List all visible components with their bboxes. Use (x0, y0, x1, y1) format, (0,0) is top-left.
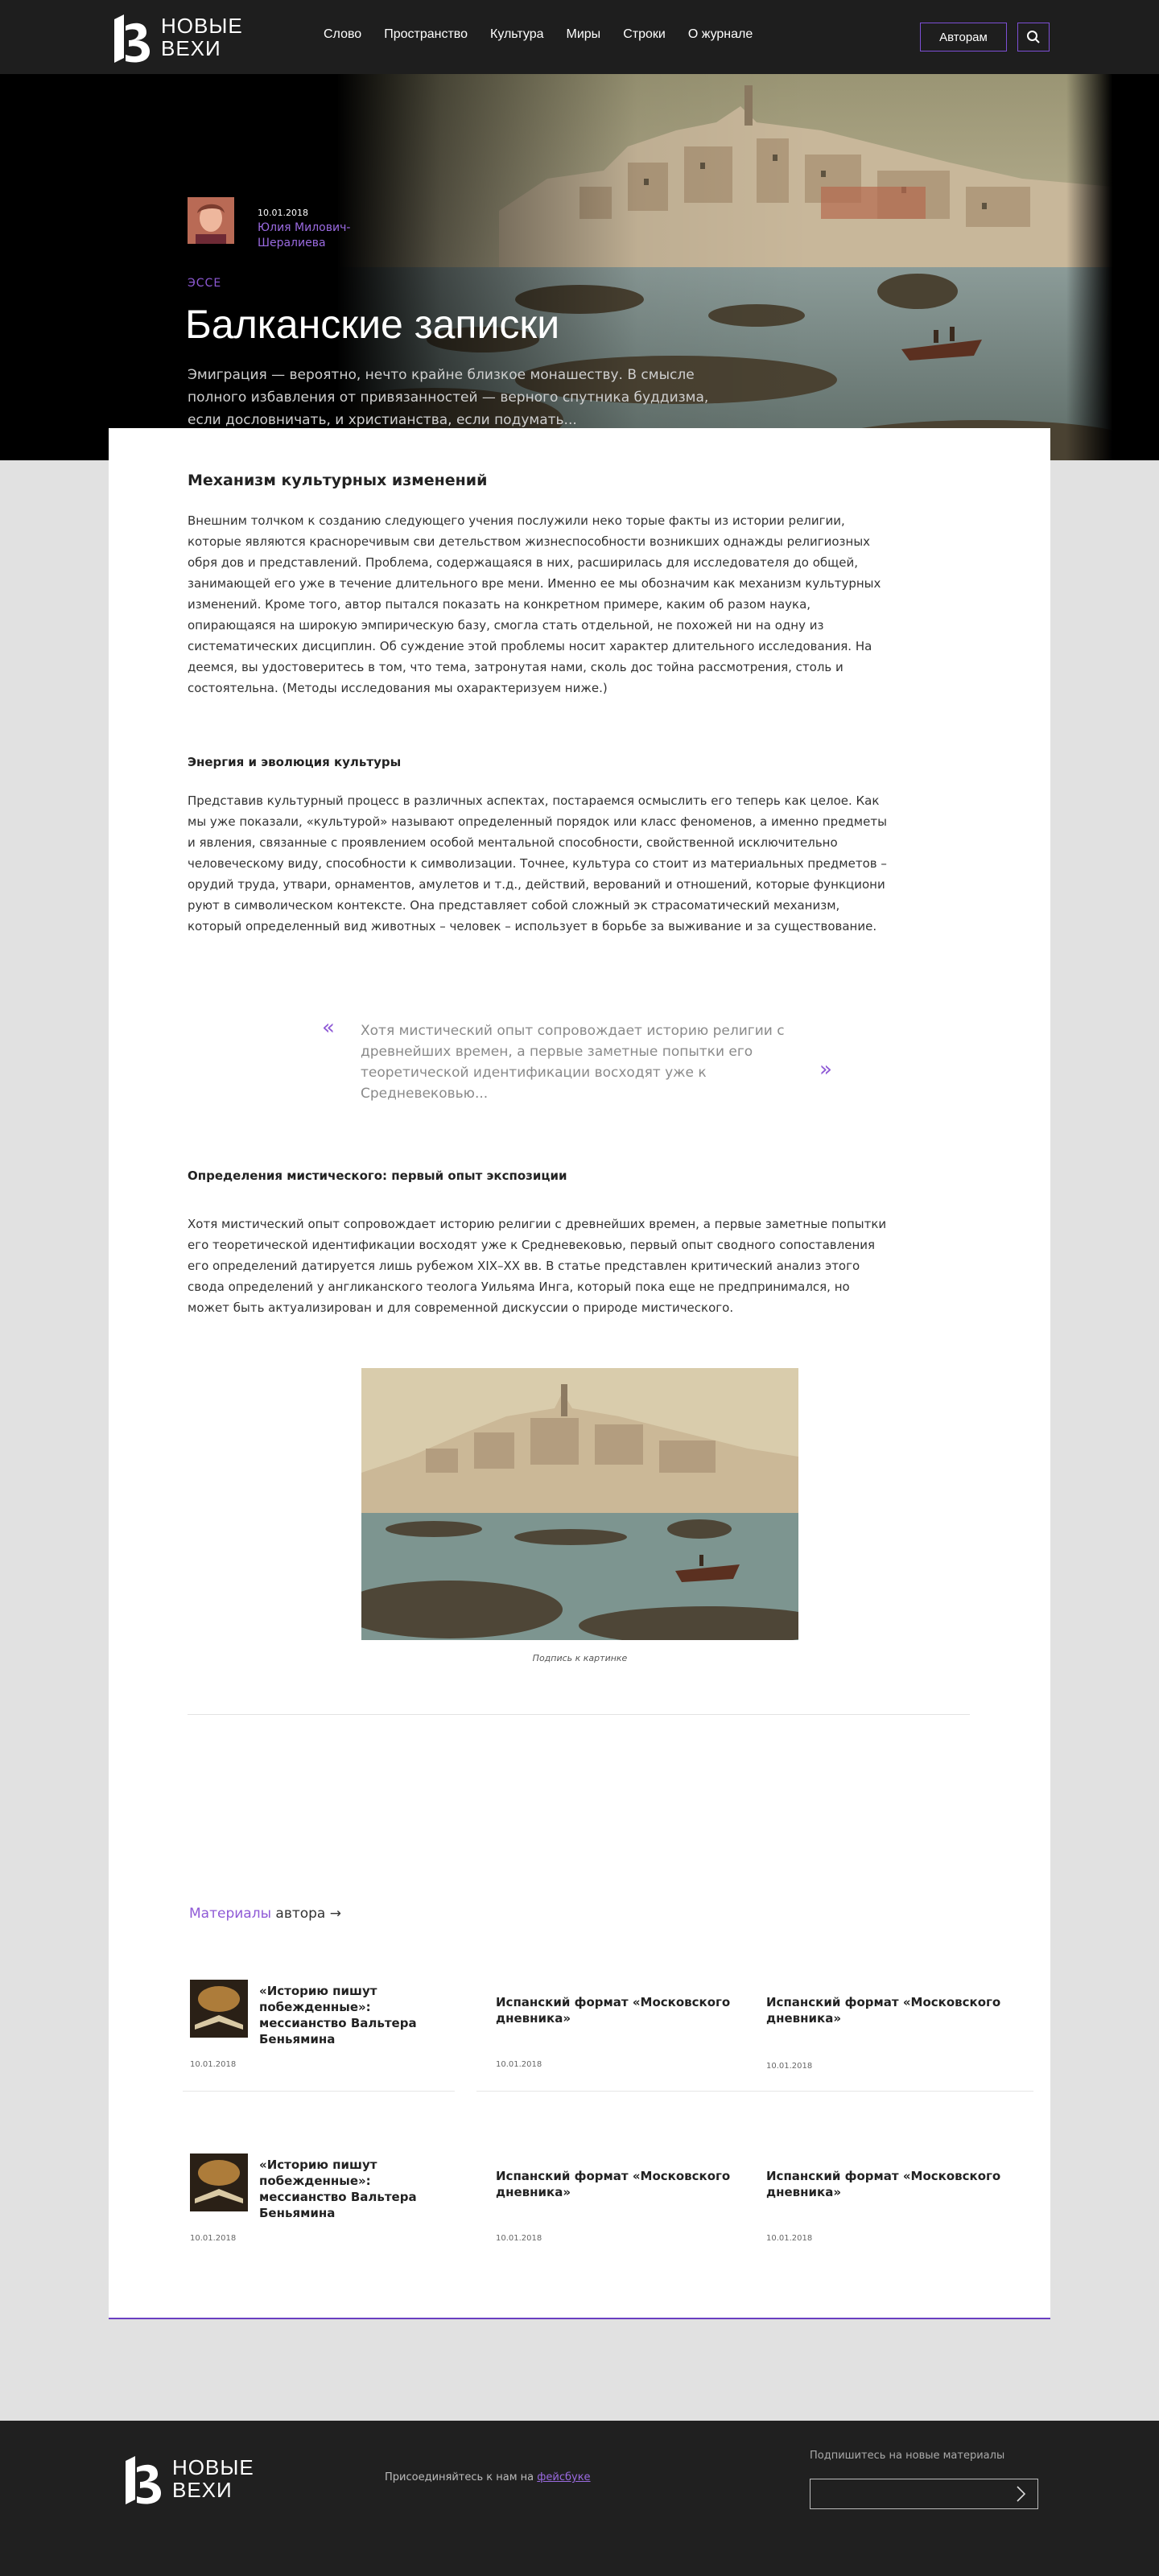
material-card[interactable]: Испанский формат «Московского дневника» … (496, 2154, 769, 2250)
material-title[interactable]: Испанский формат «Московского дневника» (766, 1994, 1008, 2026)
material-card[interactable]: «Историю пишут побежденные»: мессианство… (190, 1980, 464, 2076)
nav-item-slovo[interactable]: Слово (324, 27, 361, 42)
article-hero: 10.01.2018 Юлия Милович-Шералиева ЭССЕ Б… (0, 74, 1159, 460)
nav-item-prostranstvo[interactable]: Пространство (384, 27, 468, 42)
subsection-heading-definitions: Определения мистического: первый опыт эк… (188, 1168, 567, 1183)
logo-line-2: ВЕХИ (161, 36, 221, 60)
authors-button[interactable]: Авторам (920, 23, 1007, 52)
material-date: 10.01.2018 (766, 2234, 813, 2243)
material-title[interactable]: Испанский формат «Московского дневника» (496, 1994, 737, 2026)
quote-open-icon: « (322, 1016, 335, 1040)
author-avatar[interactable] (188, 197, 234, 244)
site-logo[interactable]: НОВЫЕ ВЕХИ (108, 8, 243, 66)
material-date: 10.01.2018 (190, 2234, 237, 2243)
materials-author-label: автора → (271, 1906, 342, 1922)
material-card[interactable]: Испанский формат «Московского дневника» … (496, 1980, 769, 2076)
material-card[interactable]: Испанский формат «Московского дневника» … (766, 2154, 1040, 2250)
quote-close-icon: » (819, 1057, 832, 1082)
material-thumbnail (190, 1980, 248, 2038)
card-separator (476, 2091, 1033, 2092)
card-separator (183, 2091, 455, 2092)
search-button[interactable] (1017, 23, 1050, 52)
site-header: НОВЫЕ ВЕХИ Слово Пространство Культура М… (0, 0, 1159, 74)
subscribe-email-input[interactable] (810, 2479, 1038, 2509)
figure-caption: Подпись к картинке (532, 1653, 628, 1663)
nav-item-kultura[interactable]: Культура (490, 27, 544, 42)
facebook-link[interactable]: фейсбуке (537, 2471, 590, 2483)
materials-label: Материалы (189, 1906, 271, 1922)
footer-join-text: Присоединяйтесь к нам на фейсбуке (385, 2471, 591, 2483)
material-date: 10.01.2018 (496, 2234, 542, 2243)
pull-quote: Хотя мистический опыт сопровождает истор… (361, 1023, 785, 1102)
article-figure-image (361, 1368, 798, 1640)
footer-logo[interactable]: НОВЫЕ ВЕХИ (119, 2450, 254, 2508)
article-lead: Эмиграция — вероятно, нечто крайне близк… (188, 367, 709, 428)
author-name-link[interactable]: Юлия Милович-Шералиева (258, 221, 386, 251)
article-category[interactable]: ЭССЕ (188, 277, 221, 290)
section-divider (188, 1714, 970, 1715)
nav-item-o-zhurnale[interactable]: О журнале (688, 27, 753, 42)
logo-mark-icon (114, 14, 150, 63)
footer-logo-line-1: НОВЫЕ (172, 2455, 254, 2479)
subscribe-submit-arrow-icon[interactable] (1011, 2484, 1030, 2504)
article-paragraph-3: Хотя мистический опыт сопровождает истор… (188, 1217, 887, 1315)
material-title[interactable]: «Историю пишут побежденные»: мессианство… (259, 2157, 452, 2221)
author-materials-heading[interactable]: Материалы автора → (189, 1906, 341, 1922)
material-title[interactable]: Испанский формат «Московского дневника» (766, 2168, 1008, 2200)
material-title[interactable]: Испанский формат «Московского дневника» (496, 2168, 737, 2200)
nav-item-miry[interactable]: Миры (567, 27, 601, 42)
main-nav: Слово Пространство Культура Миры Строки … (324, 27, 753, 42)
article-paragraph-2: Представив культурный процесс в различны… (188, 793, 887, 934)
section-heading: Механизм культурных изменений (188, 472, 488, 489)
material-card[interactable]: «Историю пишут побежденные»: мессианство… (190, 2154, 464, 2250)
material-card[interactable]: Испанский формат «Московского дневника» … (766, 1980, 1040, 2076)
search-icon (1027, 31, 1040, 43)
subsection-heading-energy: Энергия и эволюция культуры (188, 755, 402, 769)
footer-logo-line-2: ВЕХИ (172, 2478, 233, 2502)
subscribe-label: Подпишитесь на новые материалы (810, 2450, 1005, 2462)
footer-logo-mark-icon (126, 2456, 161, 2504)
material-date: 10.01.2018 (766, 2062, 813, 2071)
article-paragraph-1: Внешним толчком к созданию следующего уч… (188, 513, 881, 695)
nav-item-stroki[interactable]: Строки (623, 27, 666, 42)
material-date: 10.01.2018 (496, 2060, 542, 2069)
material-title[interactable]: «Историю пишут побежденные»: мессианство… (259, 1983, 452, 2047)
material-thumbnail (190, 2154, 248, 2211)
logo-line-1: НОВЫЕ (161, 14, 243, 38)
material-date: 10.01.2018 (190, 2060, 237, 2069)
article-date: 10.01.2018 (258, 208, 308, 218)
article-title: Балканские записки (185, 302, 560, 347)
